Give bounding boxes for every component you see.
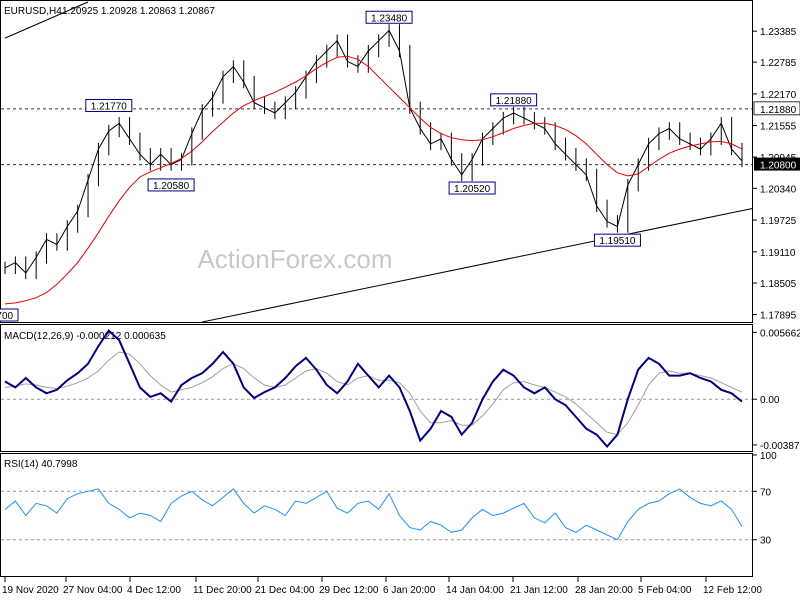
x-tick-label: 12 Feb 12:00: [703, 585, 762, 596]
rsi-line: [4, 488, 743, 541]
price-label: 1.23480: [371, 13, 408, 24]
watermark: ActionForex.com: [197, 244, 392, 274]
x-tick-label: 4 Dec 12:00: [127, 585, 181, 596]
x-tick-label: 11 Dec 20:00: [193, 585, 252, 596]
x-tick-label: 21 Jan 12:00: [510, 585, 568, 596]
price-label: 1.21880: [496, 96, 533, 107]
price-tick-label: 1.17895: [760, 311, 797, 322]
chart-symbol: EURUSD,H4: [4, 6, 62, 17]
ohlc-header: 1.20925 1.20928 1.20863 1.20867: [62, 6, 215, 17]
macd-line: [4, 329, 743, 449]
price-tick-label: 1.19725: [760, 216, 797, 227]
price-tick-label: 1.21555: [760, 122, 797, 133]
macd-tick-label: 0.00: [760, 395, 780, 406]
x-tick-label: 29 Dec 12:00: [319, 585, 379, 596]
price-label: 1.21770: [91, 102, 128, 113]
price-tick-label: 1.20340: [760, 184, 797, 195]
rsi-tick-label: 100: [760, 451, 777, 462]
resistance-price-label: 1.21880: [760, 105, 797, 116]
price-label: 1.20580: [153, 181, 190, 192]
eurusd-chart: EURUSD,H4 1.20925 1.20928 1.20863 1.2086…: [0, 0, 800, 596]
macd-label: MACD(12,26,9) -0.000212 0.000635: [4, 331, 166, 342]
x-tick-label: 28 Jan 20:00: [575, 585, 633, 596]
price-label: 1.20520: [454, 184, 491, 195]
rsi-label: RSI(14) 40.7998: [4, 459, 78, 470]
macd-signal-line: [4, 351, 743, 436]
x-tick-label: 27 Nov 04:00: [63, 585, 123, 596]
price-tick-label: 1.22170: [760, 90, 797, 101]
macd-tick-label: 0.005662: [760, 328, 800, 339]
current-price-label: 1.20800: [760, 161, 797, 172]
price-tick-label: 1.23385: [760, 27, 797, 38]
x-tick-label: 21 Dec 04:00: [255, 585, 315, 596]
price-label: 1.19510: [599, 236, 636, 247]
x-tick-label: 6 Jan 20:00: [383, 585, 436, 596]
rsi-panel-frame: [0, 453, 753, 577]
rsi-tick-label: 30: [760, 536, 772, 547]
rsi-tick-label: 70: [760, 487, 772, 498]
x-tick-label: 14 Jan 04:00: [446, 585, 504, 596]
x-tick-label: 19 Nov 2020: [2, 585, 59, 596]
macd-panel-frame: [0, 324, 753, 452]
price-label: 1.17700: [0, 311, 14, 322]
price-tick-label: 1.22785: [760, 58, 797, 69]
price-tick-label: 1.19110: [760, 248, 796, 259]
price-tick-label: 1.18505: [760, 279, 797, 290]
x-tick-label: 5 Feb 04:00: [638, 585, 692, 596]
